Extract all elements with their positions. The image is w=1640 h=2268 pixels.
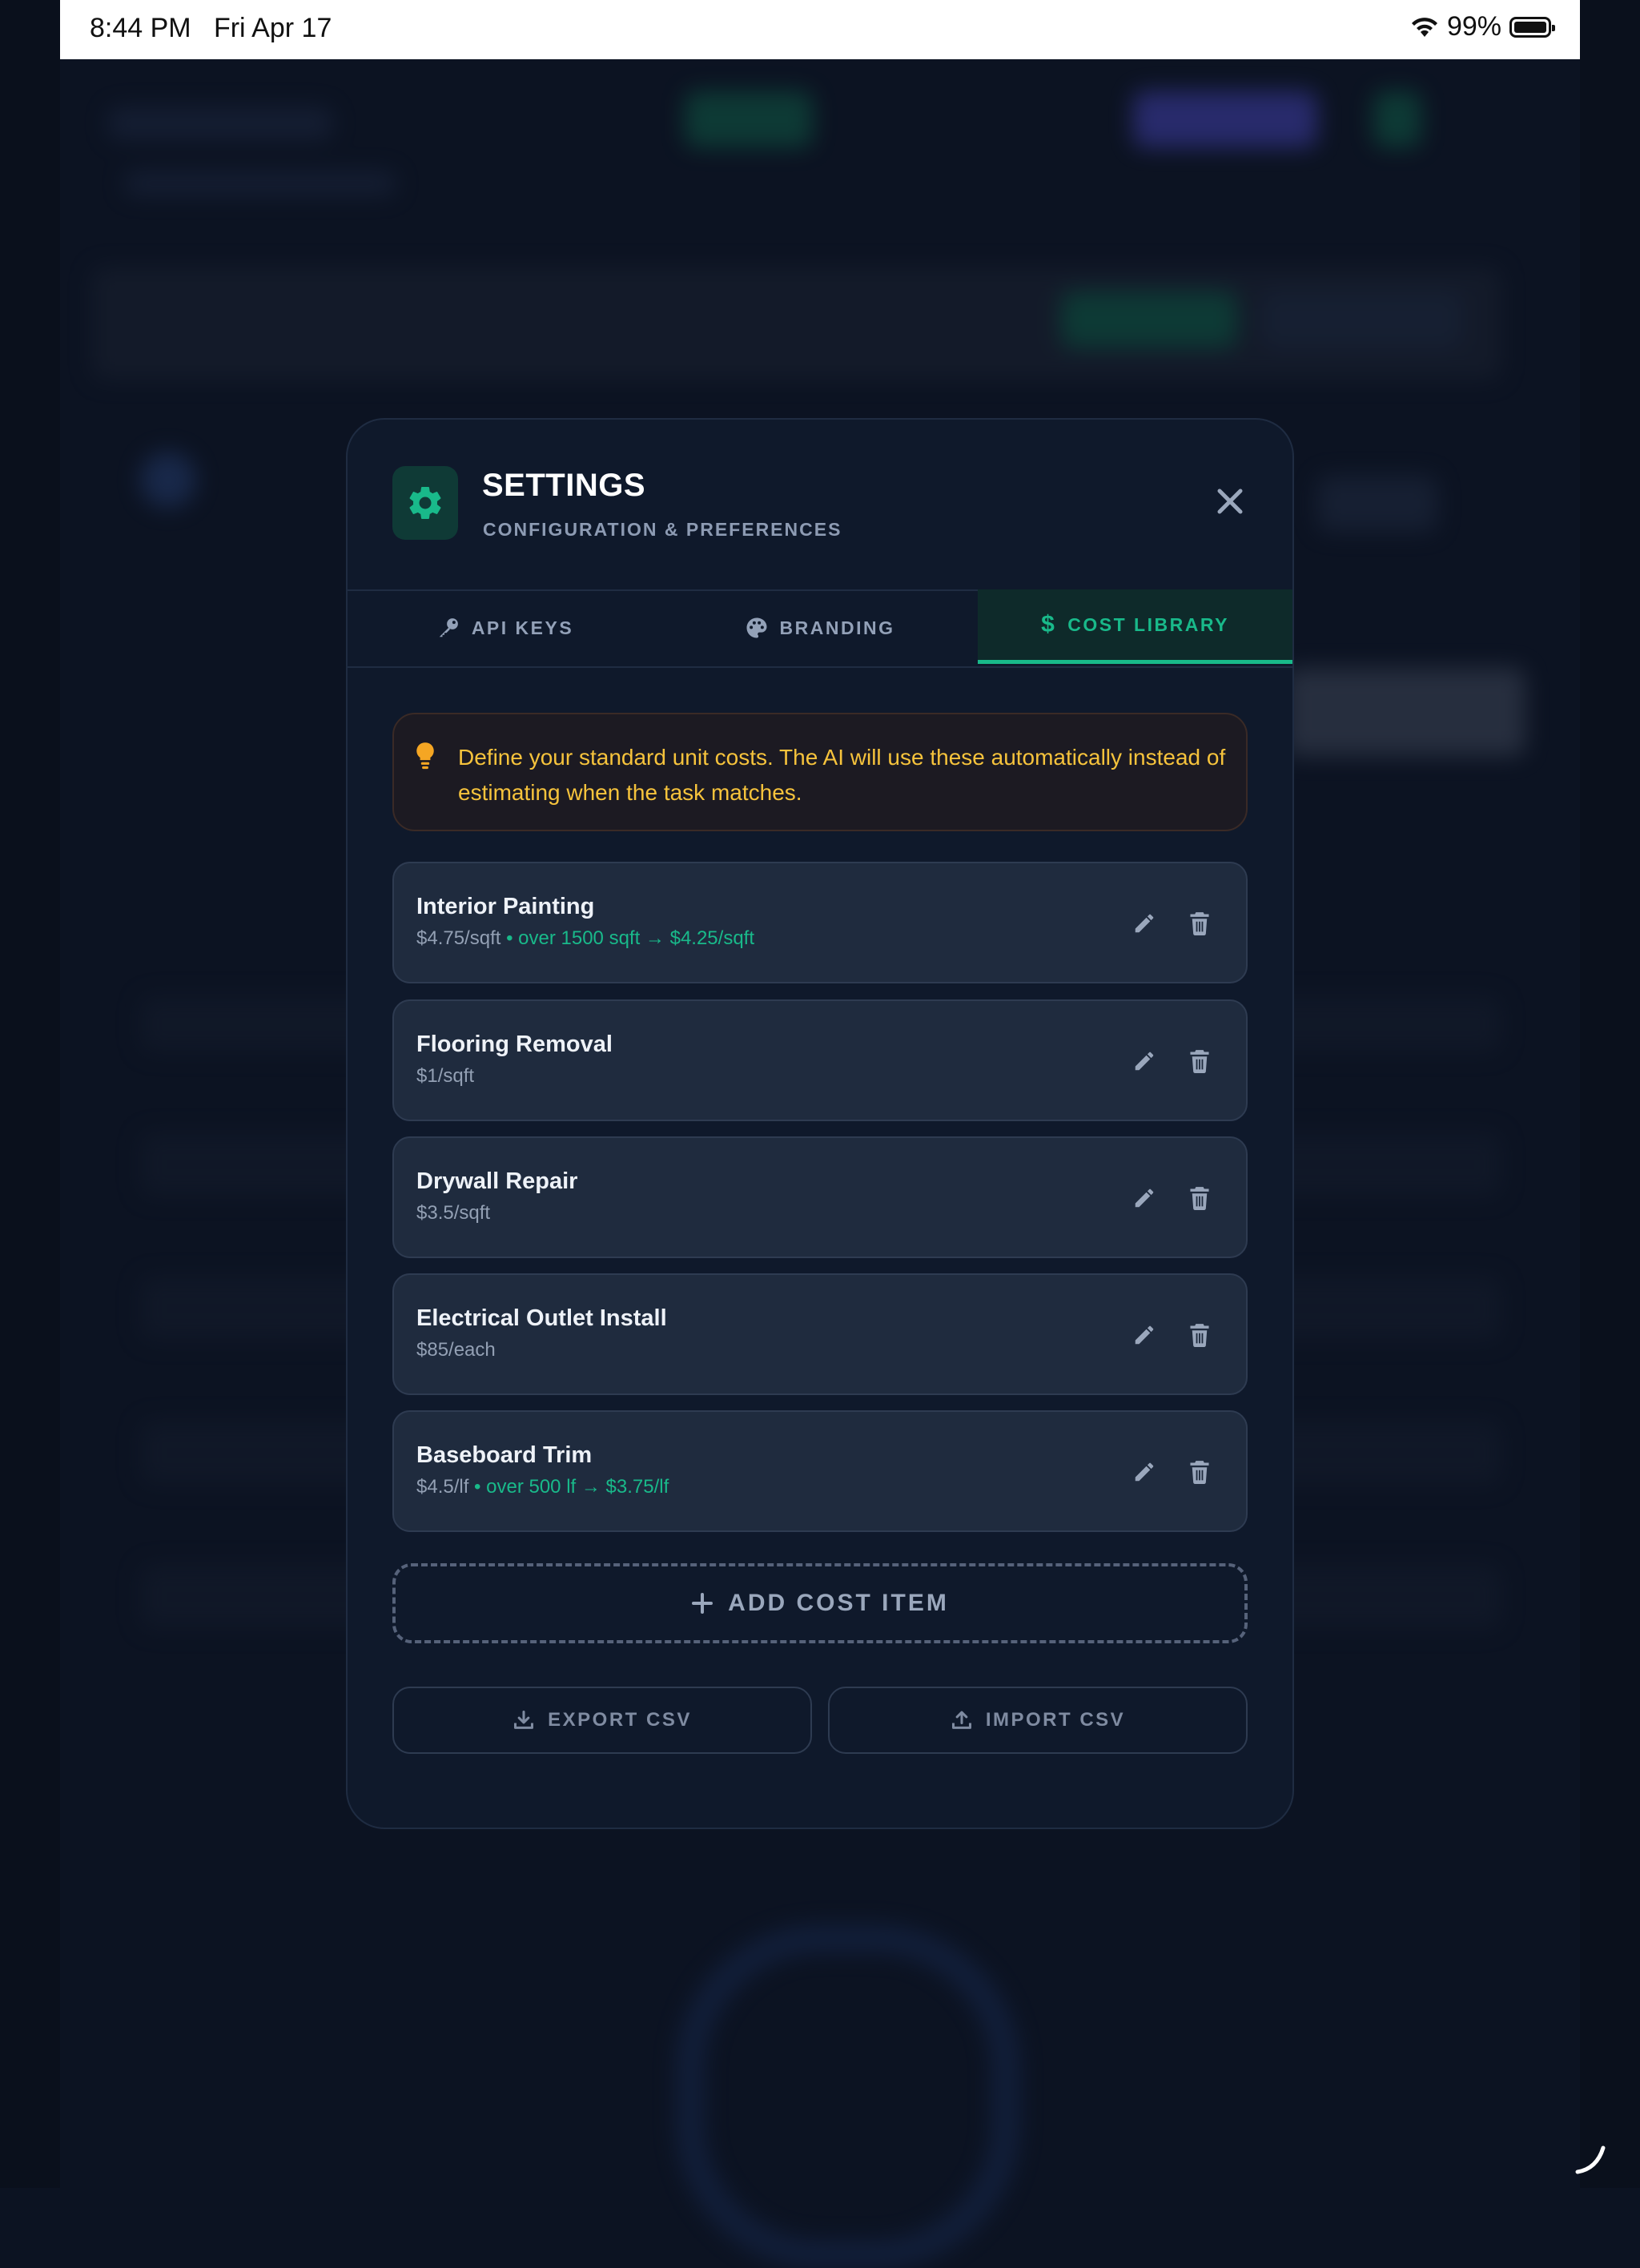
status-time: 8:44 PM Fri Apr 17	[90, 13, 332, 44]
trash-icon[interactable]	[1188, 1049, 1211, 1073]
edit-icon[interactable]	[1132, 911, 1156, 935]
settings-modal: SETTINGS CONFIGURATION & PREFERENCES API…	[346, 418, 1294, 1829]
cost-item-price: $1/sqft	[416, 1065, 474, 1088]
trash-icon[interactable]	[1188, 1186, 1211, 1210]
cost-item: Drywall Repair $3.5/sqft	[392, 1136, 1248, 1258]
left-letterbox	[0, 0, 60, 2188]
add-cost-item-button[interactable]: ADD COST ITEM	[392, 1563, 1248, 1643]
modal-header: SETTINGS CONFIGURATION & PREFERENCES	[348, 420, 1292, 591]
wifi-icon	[1411, 17, 1437, 37]
export-csv-button[interactable]: EXPORT CSV	[392, 1687, 812, 1754]
cost-item: Baseboard Trim $4.5/lf • over 500 lf → $…	[392, 1410, 1248, 1532]
settings-tabs: API KEYS BRANDING $ COST LIBRARY	[348, 589, 1292, 668]
info-banner: Define your standard unit costs. The AI …	[392, 713, 1248, 831]
edit-icon[interactable]	[1132, 1323, 1156, 1347]
key-icon	[439, 618, 458, 637]
close-button[interactable]	[1212, 484, 1248, 519]
status-time-text: 8:44 PM	[90, 13, 191, 43]
lightbulb-icon	[416, 742, 434, 770]
status-date-text: Fri Apr 17	[213, 13, 332, 43]
settings-icon-box	[392, 466, 458, 540]
add-cost-item-label: ADD COST ITEM	[728, 1590, 949, 1616]
cost-item-price: $3.5/sqft	[416, 1202, 490, 1224]
cost-item: Interior Painting $4.75/sqft • over 1500…	[392, 862, 1248, 983]
cost-item-unit-price: $3.5/sqft	[416, 1202, 491, 1224]
import-csv-label: IMPORT CSV	[985, 1709, 1126, 1731]
upload-icon	[951, 1711, 971, 1729]
cost-item-name: Flooring Removal	[416, 1031, 613, 1057]
modal-subtitle: CONFIGURATION & PREFERENCES	[483, 519, 842, 540]
cost-item-unit-price: $4.5/lf	[416, 1476, 469, 1498]
gear-icon	[409, 486, 441, 519]
cost-item-tier: • over 500 lf → $3.75/lf	[468, 1476, 669, 1498]
edit-icon[interactable]	[1132, 1460, 1156, 1484]
right-letterbox	[1580, 0, 1640, 2188]
download-icon	[514, 1710, 534, 1729]
trash-icon[interactable]	[1188, 1460, 1211, 1484]
tab-branding[interactable]: BRANDING	[662, 589, 977, 666]
tab-api-keys[interactable]: API KEYS	[348, 589, 662, 666]
import-csv-button[interactable]: IMPORT CSV	[828, 1687, 1248, 1754]
modal-title: SETTINGS	[482, 468, 646, 503]
plus-icon	[692, 1593, 713, 1614]
battery-icon	[1509, 16, 1555, 38]
corner-gesture-icon	[1575, 2145, 1606, 2174]
close-icon	[1217, 489, 1243, 514]
trash-icon[interactable]	[1188, 1323, 1211, 1347]
cost-item-price: $85/each	[416, 1339, 496, 1361]
cost-item-unit-price: $85/each	[416, 1339, 496, 1361]
cost-item-name: Electrical Outlet Install	[416, 1305, 667, 1331]
cost-item-price: $4.5/lf • over 500 lf → $3.75/lf	[416, 1476, 669, 1498]
trash-icon[interactable]	[1188, 911, 1211, 935]
tab-cost-library-label: COST LIBRARY	[1067, 613, 1229, 635]
cost-item-name: Interior Painting	[416, 894, 595, 919]
palette-icon	[746, 617, 767, 638]
cost-item-price: $4.75/sqft • over 1500 sqft → $4.25/sqft	[416, 927, 754, 950]
edit-icon[interactable]	[1132, 1186, 1156, 1210]
tab-cost-library[interactable]: $ COST LIBRARY	[978, 589, 1292, 664]
tab-branding-label: BRANDING	[779, 617, 895, 638]
cost-item: Flooring Removal $1/sqft	[392, 999, 1248, 1121]
edit-icon[interactable]	[1132, 1049, 1156, 1073]
cost-item-tier: • over 1500 sqft → $4.25/sqft	[500, 927, 755, 949]
tab-api-keys-label: API KEYS	[471, 617, 574, 638]
cost-item-unit-price: $1/sqft	[416, 1065, 475, 1087]
battery-percent: 99%	[1446, 11, 1501, 42]
status-right: 99%	[1410, 11, 1555, 42]
cost-item-unit-price: $4.75/sqft	[416, 927, 501, 949]
cost-item: Electrical Outlet Install $85/each	[392, 1273, 1248, 1395]
cost-item-name: Drywall Repair	[416, 1168, 578, 1194]
dollar-icon: $	[1041, 611, 1057, 637]
cost-item-name: Baseboard Trim	[416, 1442, 593, 1468]
status-bar: 8:44 PM Fri Apr 17 99%	[60, 0, 1580, 59]
export-csv-label: EXPORT CSV	[548, 1709, 692, 1731]
info-text: Define your standard unit costs. The AI …	[458, 745, 1226, 805]
